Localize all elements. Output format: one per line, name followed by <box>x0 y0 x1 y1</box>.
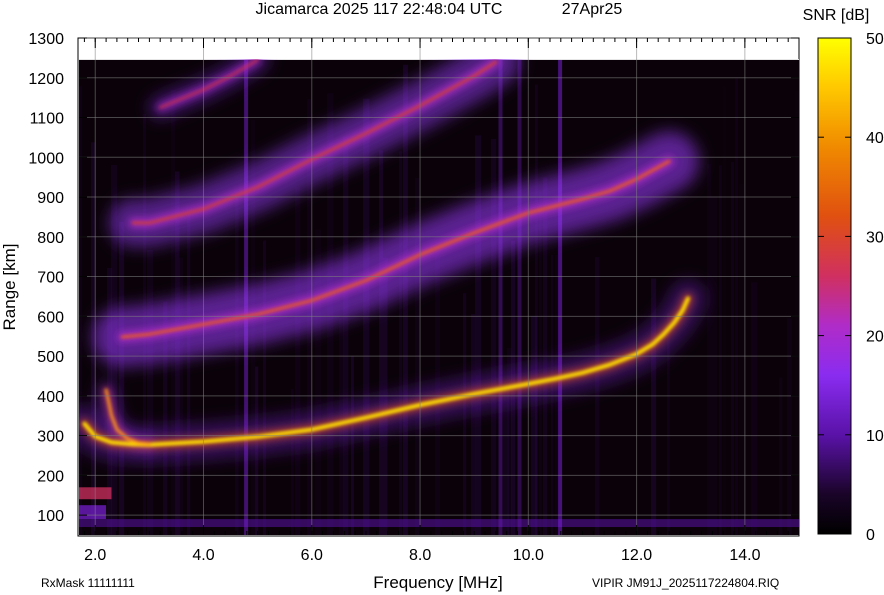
y-tick-label: 200 <box>37 468 64 485</box>
x-axis-label: Frequency [MHz] <box>373 573 502 592</box>
colorbar-tick-label: 50 <box>866 31 884 48</box>
noise-column <box>379 150 383 535</box>
ionogram-figure: Jicamarca 2025 117 22:48:04 UTC 27Apr25 … <box>0 1 884 592</box>
noise-column <box>535 84 538 535</box>
x-tick-label: 4.0 <box>192 547 214 564</box>
rxmask-label: RxMask 11111111 <box>41 576 135 590</box>
y-tick-label: 100 <box>37 508 64 525</box>
noise-column <box>351 355 354 535</box>
noise-column <box>147 250 154 535</box>
noise-column <box>235 197 239 535</box>
noise-column <box>711 196 717 535</box>
x-tick-label: 12.0 <box>621 547 652 564</box>
y-tick-label: 1000 <box>28 150 64 167</box>
noise-column <box>363 98 370 535</box>
y-tick-label: 700 <box>37 270 64 287</box>
x-tick-label: 10.0 <box>513 547 544 564</box>
y-tick-label: 1200 <box>28 71 64 88</box>
y-tick-label: 500 <box>37 349 64 366</box>
interference-stripe <box>498 59 503 535</box>
colorbar-tick-label: 10 <box>866 428 884 445</box>
clutter-floor <box>79 519 799 528</box>
x-tick-label: 2.0 <box>84 547 106 564</box>
noise-column <box>291 389 294 535</box>
noise-column <box>719 165 722 535</box>
y-tick-label: 600 <box>37 309 64 326</box>
y-tick-label: 800 <box>37 230 64 247</box>
noise-column <box>751 282 758 535</box>
colorbar-tick-label: 30 <box>866 229 884 246</box>
interference-stripe <box>517 59 522 535</box>
noise-column <box>79 86 83 535</box>
colorbar-tick-label: 20 <box>866 329 884 346</box>
noise-column <box>119 221 125 535</box>
colorbar-tick-label: 0 <box>866 527 875 544</box>
y-axis-label: Range [km] <box>0 244 19 331</box>
noise-column <box>471 314 476 535</box>
y-tick-label: 400 <box>37 389 64 406</box>
noise-column <box>723 86 726 535</box>
filename-label: VIPIR JM91J_2025117224804.RIQ <box>592 576 779 590</box>
colorbar-tick-label: 40 <box>866 130 884 147</box>
colorbar <box>817 37 852 535</box>
noise-column <box>779 377 783 535</box>
x-tick-label: 6.0 <box>301 547 323 564</box>
noise-column <box>707 164 711 535</box>
x-tick-label: 14.0 <box>729 547 760 564</box>
noise-column <box>731 162 735 535</box>
noise-column <box>187 215 191 535</box>
y-tick-label: 1100 <box>30 111 65 128</box>
noise-column <box>735 77 739 535</box>
colorbar-label: SNR [dB] <box>803 7 870 24</box>
noise-column <box>399 151 403 535</box>
y-tick-label: 300 <box>37 429 64 446</box>
noise-column <box>787 318 792 535</box>
title: Jicamarca 2025 117 22:48:04 UTC <box>256 1 503 18</box>
date-label: 27Apr25 <box>562 1 623 18</box>
interference-stripe <box>558 59 563 535</box>
clutter-band <box>79 505 107 520</box>
x-tick-label: 8.0 <box>409 547 431 564</box>
y-tick-label: 1300 <box>28 31 64 48</box>
y-tick-label: 900 <box>37 190 64 207</box>
noise-column <box>295 187 301 535</box>
